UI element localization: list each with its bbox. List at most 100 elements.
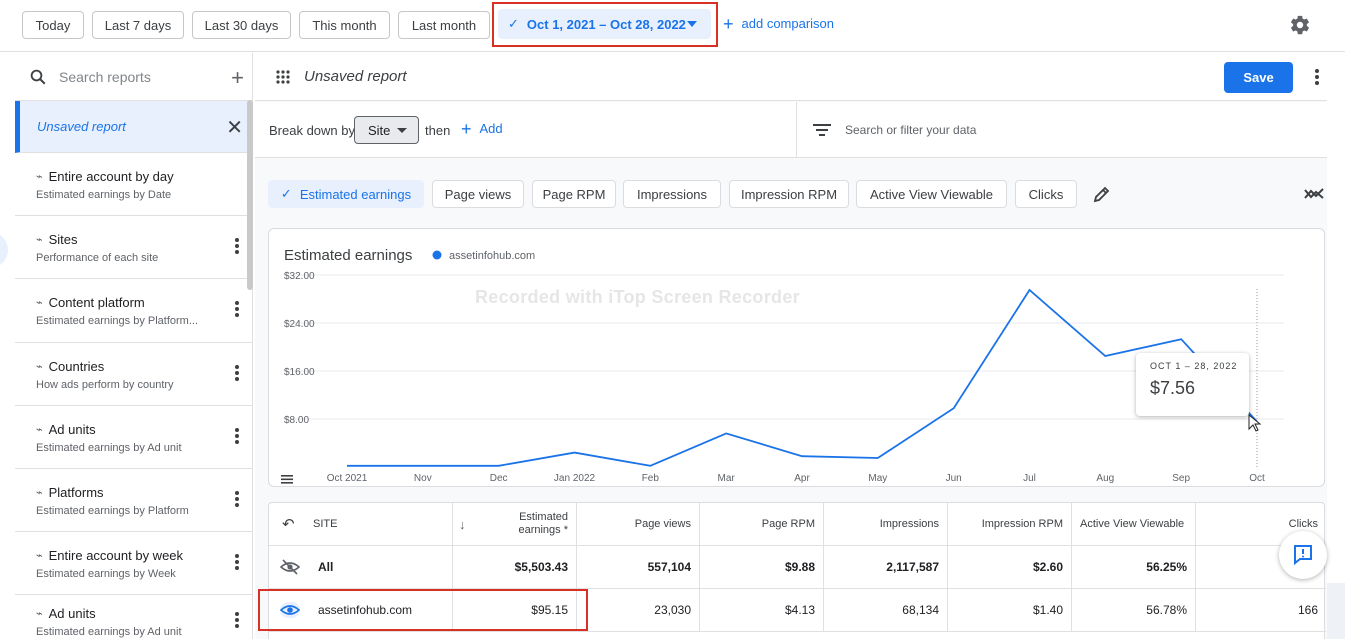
report-subtitle: Estimated earnings by Platform...	[36, 315, 199, 328]
preset-last-30-days-button[interactable]: Last 30 days	[192, 11, 291, 39]
close-icon[interactable]: ✕	[226, 115, 243, 140]
preset-today-button[interactable]: Today	[22, 11, 84, 39]
sidebar-report-item[interactable]: ⌁ Sites Performance of each site	[15, 216, 252, 280]
metric-chip-page-rpm[interactable]: Page RPM	[532, 180, 616, 208]
x-tick-label: Aug	[1096, 473, 1114, 484]
then-label: then	[425, 123, 451, 138]
undo-icon[interactable]: ↶	[282, 515, 295, 533]
cell-page-rpm: $9.88	[700, 546, 824, 588]
report-title: Countries	[48, 358, 105, 374]
report-title: Ad units	[48, 606, 96, 622]
column-header-estimated-earnings[interactable]: ↓ Estimated earnings *	[453, 503, 577, 545]
add-comparison-link[interactable]: + add comparison	[723, 15, 834, 33]
more-options-icon[interactable]	[235, 301, 239, 319]
sidebar-report-item[interactable]: ⌁ Ad units Estimated earnings by Ad unit	[15, 595, 252, 639]
highlight-box	[492, 2, 718, 47]
apps-grid-icon[interactable]	[276, 70, 290, 84]
x-tick-label: Jul	[1023, 473, 1036, 484]
metric-chip-estimated-earnings[interactable]: ✓ Estimated earnings	[268, 180, 424, 208]
more-options-icon[interactable]	[1315, 69, 1319, 87]
metric-chip-active-view-viewable[interactable]: Active View Viewable	[856, 180, 1007, 208]
cell-impression-rpm: $2.60	[948, 546, 1072, 588]
sidebar-report-item[interactable]: ⌁ Entire account by week Estimated earnin…	[15, 532, 252, 596]
divider	[796, 102, 797, 158]
breakdown-bar: Break down by Site then + Add Search or …	[255, 102, 1327, 158]
metric-chip-page-views[interactable]: Page views	[432, 180, 524, 208]
series-line[interactable]	[347, 288, 1258, 467]
more-options-icon[interactable]	[235, 612, 239, 630]
mouse-cursor-icon	[1248, 413, 1262, 432]
cell-impressions: 2,117,587	[824, 546, 948, 588]
cell-clicks: 166	[1297, 603, 1318, 617]
column-header-impressions[interactable]: Impressions	[824, 503, 948, 545]
more-options-icon[interactable]	[235, 364, 239, 383]
sparkline-icon: ⌁	[36, 423, 43, 436]
sidebar-report-item[interactable]: ⌁ Countries How ads perform by country	[15, 343, 252, 406]
more-options-icon[interactable]	[235, 554, 239, 572]
more-options-icon[interactable]	[235, 427, 239, 446]
search-reports-input[interactable]: Search reports	[59, 69, 151, 85]
metric-chip-clicks[interactable]: Clicks	[1015, 180, 1077, 208]
report-title: Entire account by day	[48, 169, 174, 184]
search-reports-row[interactable]: Search reports +	[15, 53, 252, 101]
report-subtitle: Estimated earnings by Ad unit	[36, 441, 182, 454]
x-tick-label: Oct 2021	[327, 473, 368, 484]
date-range-bar: Today Last 7 days Last 30 days This mont…	[0, 0, 1345, 52]
more-options-icon[interactable]	[235, 238, 239, 256]
preset-this-month-button[interactable]: This month	[299, 11, 390, 39]
trend-toggle-icon[interactable]	[1304, 186, 1324, 202]
feedback-button[interactable]	[1279, 531, 1327, 579]
metric-chip-impressions[interactable]: Impressions	[623, 180, 721, 208]
sidebar-scrollbar[interactable]	[247, 100, 253, 290]
cell-page-views: 557,104	[577, 546, 700, 588]
edit-pencil-icon[interactable]	[1092, 184, 1112, 204]
y-tick-label: $8.00	[284, 415, 309, 426]
report-title: Content platform	[48, 295, 145, 311]
add-label: Add	[479, 121, 503, 136]
search-icon	[30, 69, 46, 84]
cell-active-view: 56.25%	[1072, 546, 1196, 588]
check-icon: ✓	[280, 186, 292, 201]
sparkline-icon: ⌁	[36, 234, 43, 247]
save-button[interactable]: Save	[1224, 62, 1293, 93]
add-dimension-button[interactable]: + Add	[461, 120, 503, 138]
gear-icon[interactable]	[1289, 14, 1311, 36]
column-header-site[interactable]: ↶ SITE	[269, 503, 453, 545]
x-tick-label: Dec	[490, 473, 508, 484]
recorder-watermark: Recorded with iTop Screen Recorder	[475, 287, 800, 307]
sidebar-item-unsaved-report[interactable]: Unsaved report ✕	[15, 101, 252, 153]
highlight-box	[258, 589, 588, 631]
dimension-label: Site	[368, 122, 391, 138]
metric-chip-impression-rpm[interactable]: Impression RPM	[729, 180, 849, 208]
report-subtitle: Estimated earnings by Date	[36, 189, 172, 201]
table-row[interactable]: All $5,503.43 557,104 $9.88 2,117,587 $2…	[269, 546, 1326, 589]
sidebar-report-item[interactable]: ⌁ Entire account by day Estimated earning…	[15, 153, 252, 217]
preset-last-month-button[interactable]: Last month	[398, 11, 490, 39]
cell-site: All	[269, 546, 453, 588]
column-header-impression-rpm[interactable]: Impression RPM	[948, 503, 1072, 545]
sidebar-report-item[interactable]: ⌁ Platforms Estimated earnings by Platfor…	[15, 469, 252, 533]
sparkline-icon: ⌁	[36, 171, 43, 183]
breakdown-dimension-select[interactable]: Site	[354, 116, 419, 144]
filter-input[interactable]: Search or filter your data	[845, 123, 976, 137]
preset-last-7-days-button[interactable]: Last 7 days	[92, 11, 184, 39]
sparkline-icon: ⌁	[36, 486, 43, 499]
plus-icon[interactable]: +	[231, 65, 244, 91]
column-header-active-view-viewable[interactable]: Active View Viewable	[1072, 503, 1196, 545]
header-label: SITE	[313, 518, 338, 530]
report-subtitle: Estimated earnings by Platform	[36, 504, 189, 517]
column-header-page-views[interactable]: Page views	[577, 503, 700, 545]
chart-menu-icon[interactable]	[281, 475, 293, 484]
sidebar-report-item[interactable]: ⌁ Ad units Estimated earnings by Ad unit	[15, 406, 252, 469]
legend-dot	[432, 250, 442, 260]
site-name: All	[318, 560, 334, 574]
report-subtitle: How ads perform by country	[36, 378, 174, 391]
x-tick-label: Sep	[1172, 473, 1190, 484]
column-header-page-rpm[interactable]: Page RPM	[700, 503, 824, 545]
feedback-icon	[1294, 545, 1312, 566]
edge-decoration	[0, 232, 8, 268]
eye-off-icon[interactable]	[280, 559, 300, 575]
sidebar-report-item[interactable]: ⌁ Content platform Estimated earnings by …	[15, 279, 252, 343]
more-options-icon[interactable]	[235, 490, 239, 509]
metric-label: Estimated earnings	[299, 186, 412, 202]
